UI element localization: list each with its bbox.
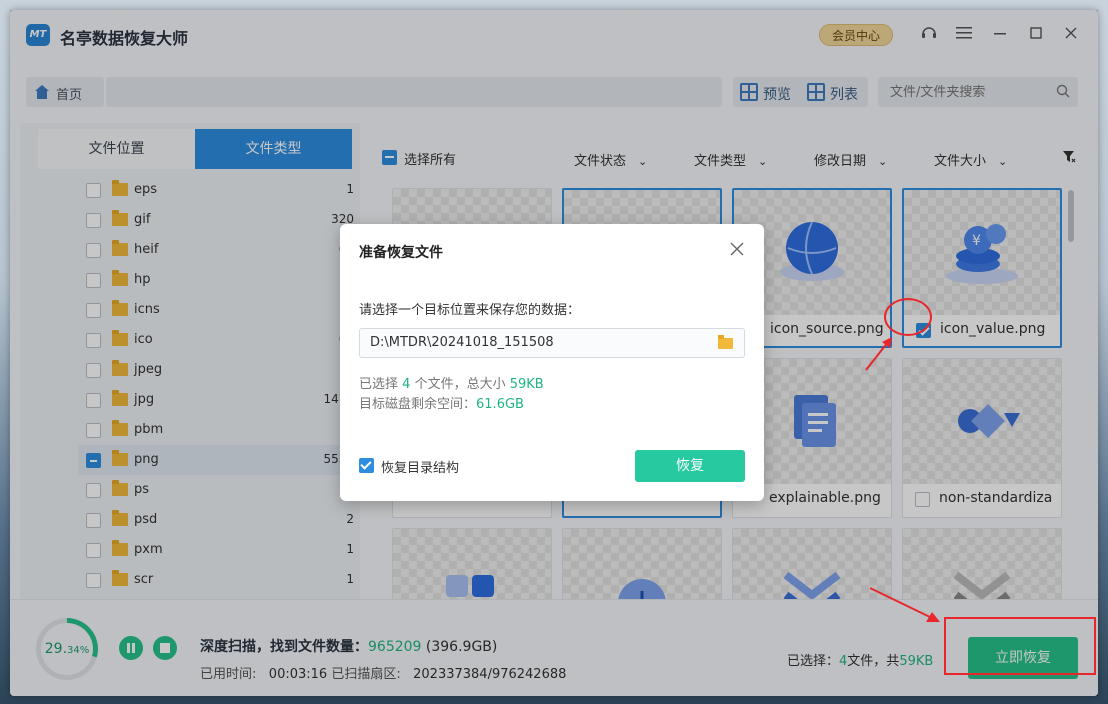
dialog-close-icon[interactable] — [728, 240, 746, 258]
dialog-prompt: 请选择一个目标位置来保存您的数据： — [359, 299, 580, 318]
destination-path-field — [359, 328, 745, 358]
dialog-recover-button[interactable]: 恢复 — [635, 450, 745, 482]
dialog-selected-size: 59KB — [510, 377, 544, 392]
recover-dialog: 准备恢复文件 请选择一个目标位置来保存您的数据： 已选择 4 个文件，总大小 5… — [340, 224, 764, 501]
annotation-circle — [884, 298, 932, 336]
dialog-selected-info: 已选择 4 个文件，总大小 59KB — [359, 373, 544, 392]
free-space-label: 目标磁盘剩余空间： — [359, 397, 476, 412]
free-space-value: 61.6GB — [476, 397, 524, 412]
dialog-selected-count: 4 — [402, 377, 410, 392]
browse-folder-icon[interactable] — [718, 338, 733, 349]
annotation-arrow-icon — [868, 586, 944, 626]
dialog-free-space: 目标磁盘剩余空间：61.6GB — [359, 393, 524, 412]
keep-structure-label: 恢复目录结构 — [381, 457, 459, 476]
annotation-arrow-icon — [862, 334, 896, 374]
keep-structure-checkbox[interactable] — [359, 458, 374, 473]
destination-path-input[interactable] — [370, 335, 700, 350]
annotation-box — [944, 617, 1096, 675]
dialog-title: 准备恢复文件 — [359, 242, 443, 262]
dialog-selected-prefix: 已选择 — [359, 377, 398, 392]
dialog-selected-mid: 个文件，总大小 — [415, 377, 506, 392]
